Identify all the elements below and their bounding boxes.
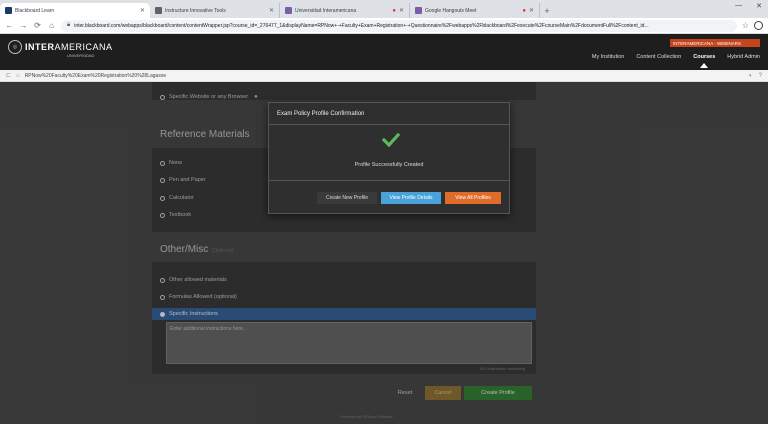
modal-body: Profile Successfully Created <box>269 125 509 181</box>
tab-title: Universidad Interamericana <box>295 7 357 14</box>
browser-tab[interactable]: Instructure Innovative Tools ✕ <box>150 3 280 18</box>
minimize-icon[interactable]: — <box>735 2 742 10</box>
confirmation-modal: Exam Policy Profile Confirmation Profile… <box>268 102 510 214</box>
nav-hybrid-admin[interactable]: Hybrid Admin <box>727 54 760 60</box>
url-field[interactable]: 🔒︎ inter.blackboard.com/webapps/blackboa… <box>61 19 737 32</box>
account-icon[interactable] <box>754 21 763 30</box>
edit-mode-icon[interactable]: ◐ <box>749 73 753 79</box>
site-favicon-icon <box>415 7 422 14</box>
view-all-profiles-button[interactable]: View All Profiles <box>445 192 501 204</box>
blackboard-favicon-icon <box>5 7 12 14</box>
breadcrumb-text[interactable]: RPNow%20Faculty%20Exam%20Registration%20… <box>25 73 166 79</box>
nav-content-collection[interactable]: Content Collection <box>636 54 681 60</box>
breadcrumb-tools: ◐ ? <box>749 73 762 79</box>
top-navigation: My Institution Content Collection Course… <box>592 54 760 68</box>
modal-title: Exam Policy Profile Confirmation <box>269 103 509 125</box>
forward-icon[interactable]: → <box>19 21 28 30</box>
close-window-icon[interactable]: ✕ <box>756 2 762 10</box>
tab-title: Instructure Innovative Tools <box>165 7 226 14</box>
recording-icon: ● <box>392 7 396 14</box>
browser-tab[interactable]: Blackboard Learn ✕ <box>0 3 150 18</box>
home-icon[interactable]: ⌂ <box>47 21 56 30</box>
window-controls: — ✕ <box>735 2 762 10</box>
site-favicon-icon <box>155 7 162 14</box>
tab-title: Blackboard Learn <box>15 7 55 14</box>
reload-icon[interactable]: ⟳ <box>33 21 42 30</box>
recording-icon: ● <box>522 7 526 14</box>
browser-tab-bar: Blackboard Learn ✕ Instructure Innovativ… <box>0 0 768 18</box>
success-message: Profile Successfully Created <box>354 162 424 168</box>
back-icon[interactable]: ← <box>5 21 14 30</box>
close-tab-icon[interactable]: ✕ <box>399 7 404 14</box>
help-icon[interactable]: ? <box>759 73 762 79</box>
logo-subtitle: UNIVERSIDAD <box>67 53 95 58</box>
new-tab-button[interactable]: + <box>540 3 554 18</box>
close-tab-icon[interactable]: ✕ <box>269 7 274 14</box>
lock-icon: 🔒︎ <box>67 22 71 28</box>
breadcrumb: ⊏ ⌂ RPNow%20Faculty%20Exam%20Registratio… <box>0 70 768 82</box>
tab-title: Google Hangouts Meet <box>425 7 477 14</box>
close-tab-icon[interactable]: ✕ <box>529 7 534 14</box>
logo-text: INTERAMERICANA <box>25 42 113 52</box>
site-favicon-icon <box>285 7 292 14</box>
modal-footer: Create New Profile View Profile Details … <box>269 181 509 215</box>
nav-my-institution[interactable]: My Institution <box>592 54 624 60</box>
url-text: inter.blackboard.com/webapps/blackboard/… <box>74 22 649 29</box>
nav-courses[interactable]: Courses <box>693 54 715 68</box>
home-icon[interactable]: ⌂ <box>16 73 20 79</box>
browser-tab[interactable]: Universidad Interamericana ● ✕ <box>280 3 410 18</box>
collapse-icon[interactable]: ⊏ <box>6 72 11 79</box>
site-header: ◎ INTERAMERICANA UNIVERSIDAD INTERAMERIC… <box>0 34 768 70</box>
success-check-icon <box>382 133 400 147</box>
university-seal-icon: ◎ <box>8 40 22 54</box>
site-logo[interactable]: ◎ INTERAMERICANA UNIVERSIDAD <box>8 40 113 58</box>
user-badge[interactable]: INTERAMERICANA - WEBINARS <box>670 39 760 47</box>
close-tab-icon[interactable]: ✕ <box>140 7 145 14</box>
browser-tab[interactable]: Google Hangouts Meet ● ✕ <box>410 3 540 18</box>
bookmark-star-icon[interactable]: ☆ <box>742 21 749 30</box>
address-bar: ← → ⟳ ⌂ 🔒︎ inter.blackboard.com/webapps/… <box>0 18 768 34</box>
create-new-profile-button[interactable]: Create New Profile <box>317 192 377 204</box>
view-profile-details-button[interactable]: View Profile Details <box>381 192 441 204</box>
